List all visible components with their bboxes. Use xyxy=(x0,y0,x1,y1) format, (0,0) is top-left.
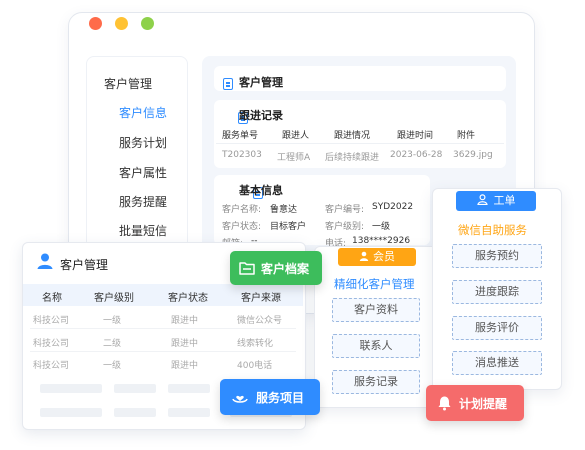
name-value: 鲁意达 xyxy=(270,205,298,215)
grid-row2-status: 跟进中 xyxy=(171,339,199,349)
col-follower: 跟进人 xyxy=(282,131,310,141)
ticket-tag: 工单 xyxy=(456,191,536,211)
code-value: SYD2022 xyxy=(372,202,414,212)
follow-records-title: 跟进记录 xyxy=(239,109,283,122)
grid-row3-level: 一级 xyxy=(103,361,122,371)
basic-info-title: 基本信息 xyxy=(239,184,283,197)
grid-row2-level: 二级 xyxy=(103,339,122,349)
content-header-title: 客户管理 xyxy=(239,76,283,89)
service-booking-button[interactable]: 服务预约 xyxy=(452,244,542,268)
level-value: 一级 xyxy=(372,222,391,232)
grid-row3-source: 400电话 xyxy=(237,361,273,371)
ticket-user-icon xyxy=(476,194,488,206)
grid-col-source: 客户来源 xyxy=(241,293,281,304)
customer-archive-button[interactable]: 客户档案 xyxy=(230,251,322,285)
user-icon xyxy=(37,253,53,269)
grid-col-name: 名称 xyxy=(42,293,62,304)
grid-row3-name: 科技公司 xyxy=(33,361,70,371)
col-follow-time: 跟进时间 xyxy=(397,131,434,141)
folder-icon xyxy=(239,262,255,275)
skeleton-line xyxy=(40,408,102,417)
skeleton-line xyxy=(168,408,210,417)
member-title: 精细化客户管理 xyxy=(334,277,415,291)
customer-archive-label: 客户档案 xyxy=(261,262,310,276)
member-icon xyxy=(359,251,369,261)
customer-management-title: 客户管理 xyxy=(60,258,109,272)
divider xyxy=(216,143,504,144)
member-tag: 会员 xyxy=(338,248,416,266)
level-label: 客户级别: xyxy=(325,222,365,232)
hand-heart-icon xyxy=(232,395,248,403)
plan-reminder-button[interactable]: 计划提醒 xyxy=(426,385,524,421)
sidebar-item-service-plan[interactable]: 服务计划 xyxy=(119,134,167,151)
divider xyxy=(30,351,296,352)
document-icon xyxy=(223,78,233,90)
sidebar-title[interactable]: 客户管理 xyxy=(104,75,152,92)
sidebar-item-customer-info[interactable]: 客户信息 xyxy=(119,104,167,121)
cell-attachment[interactable]: 3629.jpg xyxy=(453,150,493,160)
member-tag-label: 会员 xyxy=(373,250,395,263)
sidebar-item-bulk-sms[interactable]: 批量短信 xyxy=(119,222,167,239)
plan-reminder-label: 计划提醒 xyxy=(459,397,508,411)
minimize-window-dot[interactable] xyxy=(115,17,128,30)
cell-service-no: T202303 xyxy=(222,150,262,160)
skeleton-line xyxy=(114,408,156,417)
cell-follower: 工程师A xyxy=(277,153,311,163)
divider xyxy=(30,328,296,329)
close-window-dot[interactable] xyxy=(89,17,102,30)
cell-follow-status: 后续持续跟进 xyxy=(325,153,380,163)
skeleton-line xyxy=(114,384,156,393)
phone-value: 138****2926 xyxy=(352,236,411,246)
status-label: 客户状态: xyxy=(222,222,262,232)
grid-row1-level: 一级 xyxy=(103,316,122,326)
code-label: 客户编号: xyxy=(325,205,365,215)
grid-row3-status: 跟进中 xyxy=(171,361,199,371)
ticket-tag-label: 工单 xyxy=(493,194,516,207)
col-service-no: 服务单号 xyxy=(222,131,259,141)
grid-row1-status: 跟进中 xyxy=(171,316,199,326)
grid-row2-name: 科技公司 xyxy=(33,339,70,349)
progress-tracking-button[interactable]: 进度跟踪 xyxy=(452,280,542,304)
service-records-button[interactable]: 服务记录 xyxy=(332,370,420,394)
sidebar-item-service-reminder[interactable]: 服务提醒 xyxy=(119,193,167,210)
customer-profile-button[interactable]: 客户资料 xyxy=(332,298,420,322)
service-project-button[interactable]: 服务项目 xyxy=(220,379,320,415)
ticket-title: 微信自助服务 xyxy=(458,223,527,237)
service-project-label: 服务项目 xyxy=(256,391,305,405)
col-follow-status: 跟进情况 xyxy=(334,131,371,141)
maximize-window-dot[interactable] xyxy=(141,17,154,30)
cell-follow-time: 2023-06-28 xyxy=(390,150,443,160)
grid-col-status: 客户状态 xyxy=(168,293,208,304)
status-value: 目标客户 xyxy=(270,222,307,232)
name-label: 客户名称: xyxy=(222,205,262,215)
skeleton-line xyxy=(168,384,210,393)
col-attachment: 附件 xyxy=(457,131,476,141)
bell-icon xyxy=(438,396,451,411)
sidebar-item-customer-attributes[interactable]: 客户属性 xyxy=(119,164,167,181)
contacts-button[interactable]: 联系人 xyxy=(332,334,420,358)
grid-row1-name: 科技公司 xyxy=(33,316,70,326)
grid-row2-source: 线索转化 xyxy=(237,339,274,349)
service-rating-button[interactable]: 服务评价 xyxy=(452,316,542,340)
grid-col-level: 客户级别 xyxy=(94,293,134,304)
grid-row1-source: 微信公众号 xyxy=(237,316,283,326)
message-push-button[interactable]: 消息推送 xyxy=(452,351,542,375)
skeleton-line xyxy=(40,384,102,393)
